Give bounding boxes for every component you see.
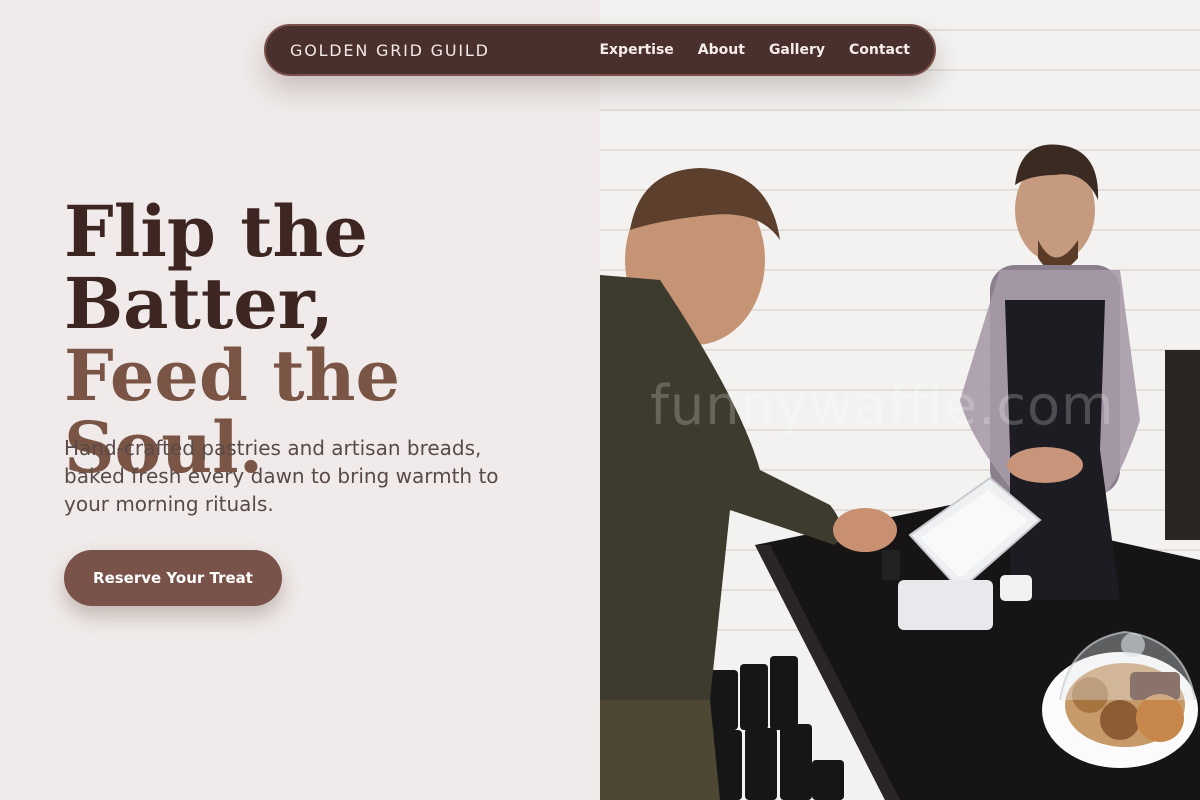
nav-link-contact[interactable]: Contact xyxy=(849,42,910,58)
hero-title-line-2: Batter, xyxy=(64,262,334,345)
main-navigation: GOLDEN GRID GUILD Expertise About Galler… xyxy=(264,24,936,76)
nav-link-expertise[interactable]: Expertise xyxy=(599,42,673,58)
nav-links: Expertise About Gallery Contact xyxy=(599,42,910,58)
hero-subtitle: Hand-crafted pastries and artisan breads… xyxy=(64,436,499,516)
nav-link-about[interactable]: About xyxy=(698,42,745,58)
nav-link-gallery[interactable]: Gallery xyxy=(769,42,825,58)
hero-left-panel: Flip the Batter, Feed the Soul. Hand-cra… xyxy=(0,0,600,800)
reserve-treat-button[interactable]: Reserve Your Treat xyxy=(64,550,282,606)
hero-title-line-1: Flip the xyxy=(64,190,368,273)
watermark-text: funnywaffle.com xyxy=(650,374,1115,437)
hero-photo: funnywaffle.com xyxy=(600,0,1200,800)
brand-logo-text[interactable]: GOLDEN GRID GUILD xyxy=(290,41,490,60)
